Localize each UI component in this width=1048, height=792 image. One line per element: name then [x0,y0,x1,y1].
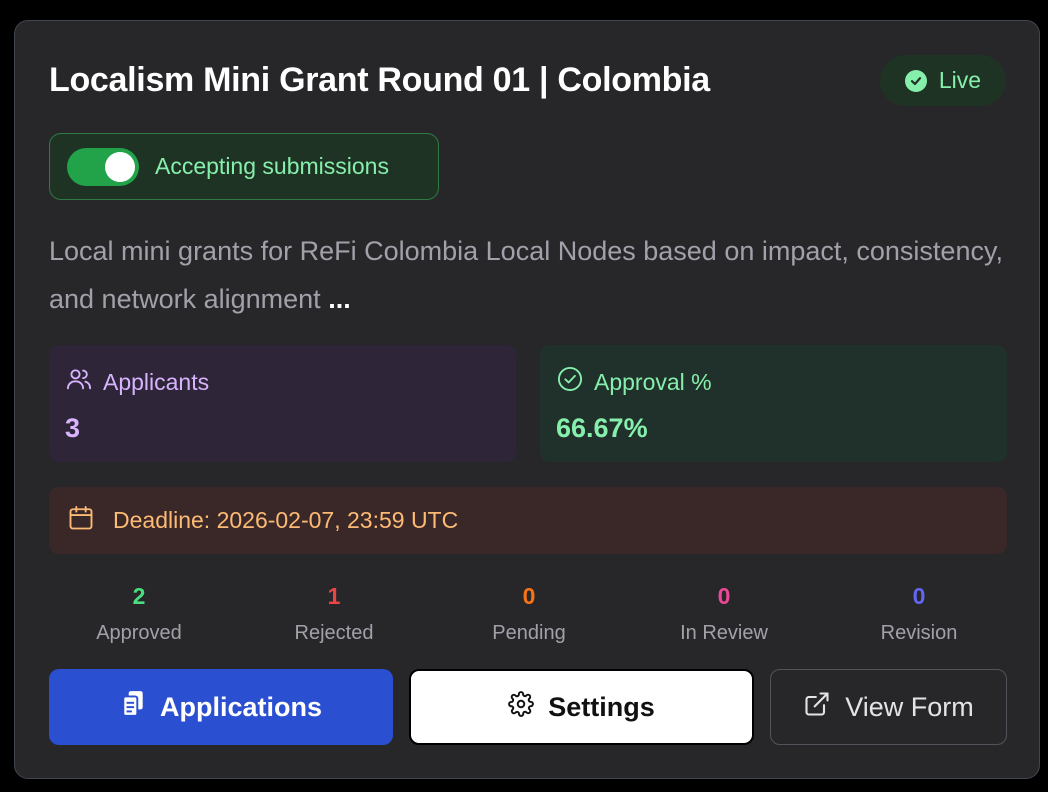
description-text: Local mini grants for ReFi Colombia Loca… [49,236,1003,314]
view-form-button-label: View Form [845,691,974,722]
count-label: Rejected [294,622,374,644]
deadline-banner: Deadline: 2026-02-07, 23:59 UTC [49,487,1007,554]
accepting-submissions-label: Accepting submissions [155,153,389,179]
deadline-text: Deadline: 2026-02-07, 23:59 UTC [113,507,459,533]
applicants-value: 3 [65,413,81,443]
count-value: 0 [717,583,731,609]
round-description: Local mini grants for ReFi Colombia Loca… [49,227,1009,323]
approval-label: Approval % [594,368,712,395]
count-value: 1 [327,583,341,609]
status-badge-label: Live [938,67,982,93]
status-counts: 2 Approved 1 Rejected 0 Pending 0 In Rev… [49,583,1025,645]
toggle-switch[interactable] [67,147,139,186]
accepting-submissions-toggle[interactable]: Accepting submissions [49,133,439,200]
status-badge: Live [880,55,1006,106]
count-in-review: 0 In Review [634,583,814,645]
approval-value: 66.67% [556,413,648,443]
count-label: In Review [680,622,768,644]
check-circle-icon [904,69,927,92]
count-value: 2 [132,583,146,609]
approval-stat: Approval % 66.67% [540,345,1007,462]
toggle-knob [105,151,135,182]
count-value: 0 [522,583,536,609]
calendar-icon [67,504,95,538]
settings-button[interactable]: Settings [409,669,754,745]
grant-round-card: Localism Mini Grant Round 01 | Colombia … [14,20,1040,779]
view-form-button[interactable]: View Form [770,669,1007,745]
count-label: Pending [492,622,566,644]
count-approved: 2 Approved [49,583,229,645]
clipboard-icon [120,690,146,725]
applications-button-label: Applications [159,691,322,722]
external-link-icon [803,690,831,725]
applicants-stat: Applicants 3 [49,345,516,462]
page-title: Localism Mini Grant Round 01 | Colombia [49,61,710,99]
count-pending: 0 Pending [439,583,619,645]
applicants-label: Applicants [103,368,210,395]
read-more-link[interactable]: ... [328,284,351,314]
count-label: Revision [880,622,958,644]
count-value: 0 [912,583,926,609]
count-revision: 0 Revision [829,583,1009,645]
users-icon [65,365,93,399]
settings-button-label: Settings [548,691,655,722]
applications-button[interactable]: Applications [49,669,393,745]
count-label: Approved [96,622,182,644]
check-circle-icon [556,365,584,399]
gear-icon [508,690,535,724]
count-rejected: 1 Rejected [244,583,424,645]
